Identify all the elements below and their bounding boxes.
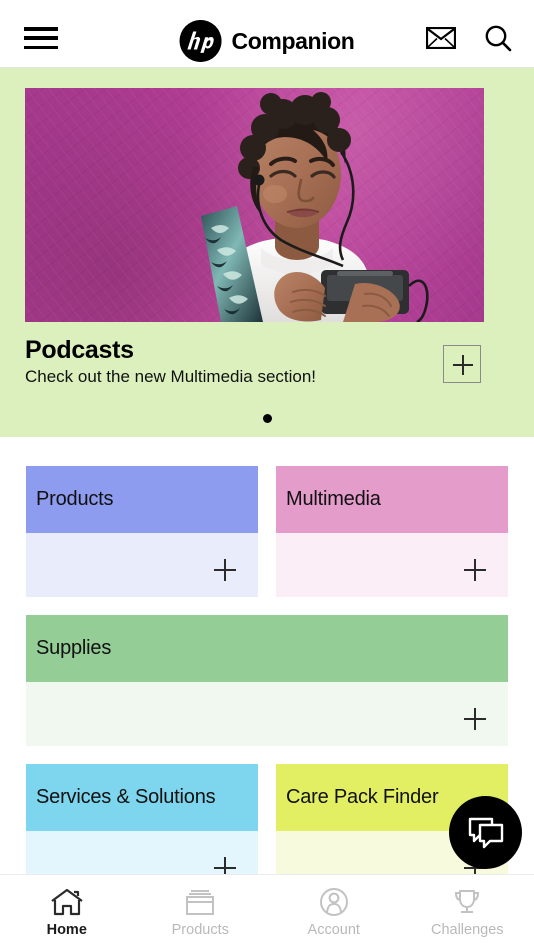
tile-supplies[interactable]: Supplies [26,615,508,746]
nav-label: Home [46,922,87,938]
tile-header: Supplies [26,615,508,682]
person-circle-icon [319,887,349,917]
hamburger-bar [24,27,58,31]
hero-expand-button[interactable] [443,345,481,383]
trophy-icon [451,887,483,917]
plus-icon[interactable] [214,559,236,581]
header-actions [425,24,512,52]
chat-bubbles-icon [468,817,503,848]
hamburger-bar [24,45,58,49]
tile-label: Multimedia [286,488,381,510]
nav-item-account[interactable]: Account [267,887,401,938]
carousel-dots [0,414,534,423]
hero-image[interactable] [25,88,484,322]
nav-label: Challenges [430,922,504,938]
hero-subtitle: Check out the new Multimedia section! [25,367,317,386]
hamburger-bar [24,36,58,40]
envelope-icon[interactable] [425,26,457,50]
tile-label: Services & Solutions [36,786,216,808]
brand-name: Companion [231,27,355,54]
app-header: Companion [0,0,534,68]
plus-icon[interactable] [464,559,486,581]
tile-header: Products [26,466,258,533]
chat-button[interactable] [449,796,522,869]
nav-label: Account [307,922,360,938]
tile-body [276,533,508,597]
brand[interactable]: Companion [179,20,355,62]
boxes-icon [183,887,217,917]
plus-icon[interactable] [464,708,486,730]
hero-title: Podcasts [25,336,134,364]
tile-header: Multimedia [276,466,508,533]
search-icon[interactable] [484,24,512,52]
tile-label: Care Pack Finder [286,786,439,808]
tile-products[interactable]: Products [26,466,258,597]
tile-body [26,682,508,746]
tile-body [26,533,258,597]
tile-label: Supplies [36,637,112,659]
tile-row: Products Multimedia [26,466,508,597]
nav-item-home[interactable]: Home [0,887,134,938]
nav-item-challenges[interactable]: Challenges [401,887,534,938]
bottom-navigation: Home Products Account Challenges [0,874,534,950]
nav-label: Products [171,922,229,938]
tile-multimedia[interactable]: Multimedia [276,466,508,597]
home-icon [50,887,84,917]
hamburger-menu-icon[interactable] [24,27,58,49]
hero-image-subject [201,92,429,322]
app-screen: Companion Podcasts Check out the new Mul… [0,0,534,950]
nav-item-products[interactable]: Products [134,887,268,938]
hero-carousel: Podcasts Check out the new Multimedia se… [0,68,534,437]
tile-row: Supplies [26,615,508,746]
carousel-dot-active[interactable] [262,414,272,423]
hp-logo-icon [179,20,222,62]
tile-label: Products [36,488,114,510]
tile-header: Services & Solutions [26,764,258,831]
